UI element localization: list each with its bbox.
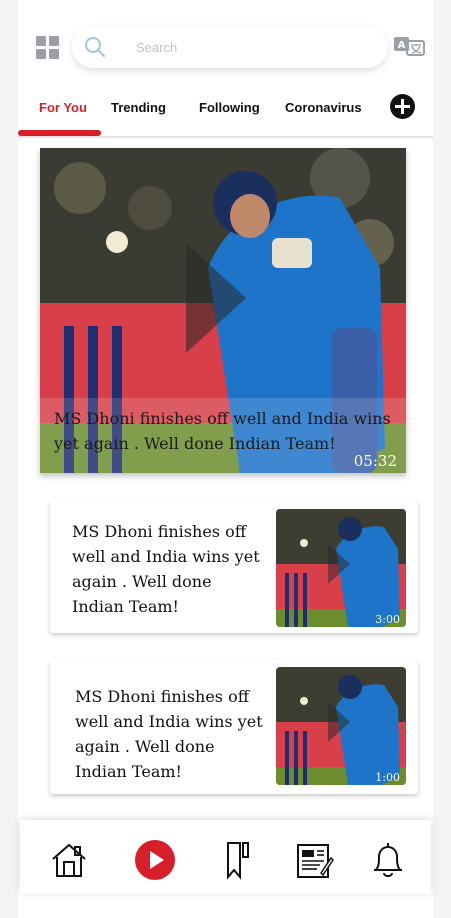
news-icon[interactable] [295,840,335,880]
video-card[interactable]: MS Dhoni finishes off well and India win… [50,660,418,794]
featured-video-duration: 05:32 [353,452,397,470]
category-tabs: For You Trending Following Coronavirus [18,92,433,138]
search-input[interactable] [136,36,356,58]
video-title: MS Dhoni finishes off well and India win… [72,522,260,616]
video-title: MS Dhoni finishes off well and India win… [75,687,263,781]
cricket-thumbnail [276,667,406,785]
search-icon [85,37,105,57]
svg-text:A: A [398,40,406,51]
video-thumbnail: 3:00 [276,509,406,627]
bell-icon[interactable] [368,840,408,880]
app-screen: A For You Trending Following Coronavirus [18,0,433,918]
grid-menu-icon[interactable] [36,36,60,60]
add-category-icon[interactable] [390,94,415,119]
video-card[interactable]: MS Dhoni finishes off well and India win… [50,500,418,633]
translate-icon[interactable]: A [394,36,426,56]
tab-coronavirus[interactable]: Coronavirus [285,100,362,115]
search-bar[interactable] [72,26,388,68]
bottom-navigation [20,820,431,894]
tab-following[interactable]: Following [199,100,260,115]
video-duration: 1:00 [375,771,400,784]
video-thumbnail: 1:00 [276,667,406,785]
bookmark-icon[interactable] [218,840,258,880]
featured-video-title: MS Dhoni finishes off well and India win… [54,409,391,453]
tab-trending[interactable]: Trending [111,100,166,115]
home-icon[interactable] [49,840,89,880]
play-icon[interactable] [135,840,175,880]
featured-video-card[interactable]: MS Dhoni finishes off well and India win… [40,148,406,473]
video-duration: 3:00 [375,613,400,626]
header: A For You Trending Following Coronavirus [18,0,433,140]
tabs-divider [18,136,433,139]
tab-for-you[interactable]: For You [39,100,87,115]
cricket-thumbnail [276,509,406,627]
